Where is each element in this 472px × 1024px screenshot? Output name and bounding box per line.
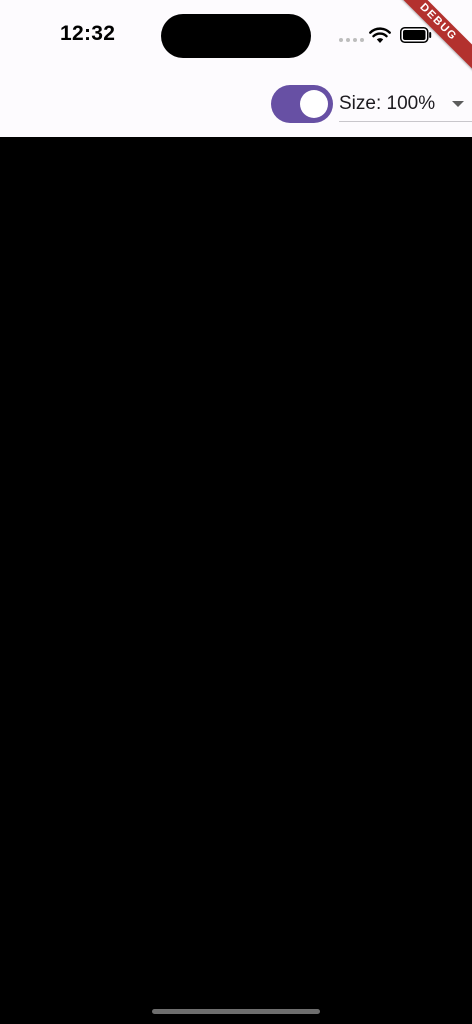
cellular-signal-icon [339,38,364,42]
dropdown-underline [339,121,472,122]
top-area: 12:32 DEBUG Size: 100% [0,0,472,137]
dynamic-island [161,14,311,58]
chevron-down-icon [452,101,464,107]
toggle-switch[interactable] [271,85,333,123]
app-screen: 12:32 DEBUG Size: 100% [0,0,472,1024]
status-bar: 12:32 DEBUG [0,0,472,71]
size-dropdown[interactable]: Size: 100% [339,86,472,122]
battery-icon [400,27,432,43]
app-bar: Size: 100% [0,70,472,137]
size-dropdown-label: Size: 100% [339,93,436,114]
status-time: 12:32 [60,22,116,45]
content-area [0,137,472,1024]
home-indicator[interactable] [152,1009,320,1014]
toggle-thumb [300,90,328,118]
wifi-icon [369,27,391,43]
